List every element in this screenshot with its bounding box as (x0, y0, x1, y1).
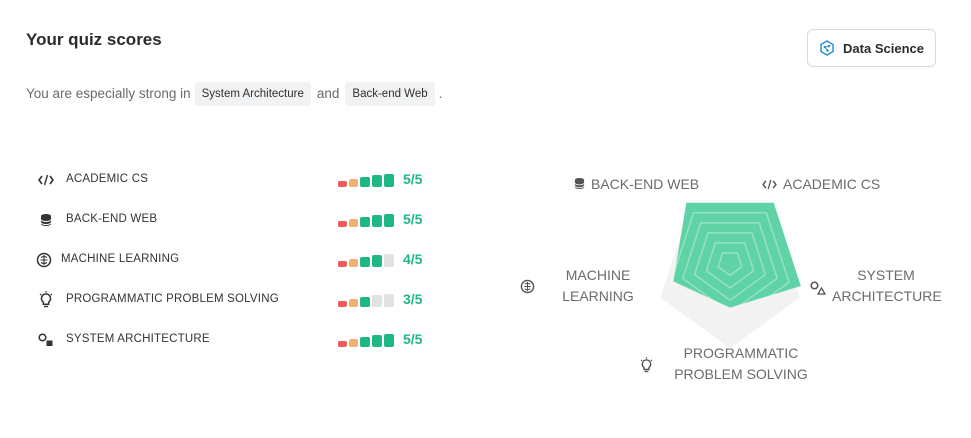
score-bars (338, 294, 394, 307)
score-value: 4/5 (403, 251, 423, 267)
radar-label-text: PROGRAMMATIC (683, 345, 799, 361)
score-bar-segment (384, 214, 394, 227)
score-radar-chart: BACK-END WEB ACADEMIC CS MACHINE LEARNIN… (510, 165, 950, 405)
score-bar-segment (338, 341, 347, 347)
score-bar-segment (360, 257, 370, 267)
score-bar-segment (384, 254, 394, 267)
radar-label-text: PROBLEM SOLVING (674, 366, 808, 382)
score-bar-segment (372, 295, 382, 307)
score-bar-segment (349, 299, 358, 307)
score-row-back-end-web: BACK-END WEB 5/5 (36, 209, 436, 231)
radar-label-text: LEARNING (562, 288, 634, 304)
code-icon (762, 175, 777, 196)
score-bar-segment (384, 174, 394, 187)
radar-label-academic-cs: ACADEMIC CS (762, 174, 880, 196)
score-label: PROGRAMMATIC PROBLEM SOLVING (66, 293, 279, 305)
database-icon (574, 175, 585, 196)
radar-label-text: ARCHITECTURE (832, 288, 942, 304)
radar-label-text: MACHINE (565, 267, 631, 283)
strength-summary: You are especially strong in System Arch… (26, 80, 442, 107)
score-bar-segment (360, 217, 370, 227)
summary-suffix: . (438, 86, 443, 101)
score-bar-segment (360, 297, 370, 307)
score-row-programmatic-problem-solving: PROGRAMMATIC PROBLEM SOLVING 3/5 (36, 289, 436, 311)
score-bars (338, 254, 394, 267)
score-label: SYSTEM ARCHITECTURE (66, 333, 210, 345)
score-bars (338, 174, 394, 187)
score-bar-segment (349, 179, 358, 187)
strength-chip-system-architecture: System Architecture (194, 81, 311, 106)
database-icon (36, 211, 56, 229)
radar-label-problem-solving: PROGRAMMATIC PROBLEM SOLVING (670, 343, 812, 385)
score-bar-segment (338, 181, 347, 187)
code-icon (36, 171, 56, 189)
radar-icon-problem-solving (640, 357, 659, 380)
radar-icon-machine-learning (520, 277, 541, 300)
lightbulb-icon (36, 291, 56, 309)
score-value: 3/5 (403, 291, 423, 307)
score-bar-segment (349, 259, 358, 267)
score-label: MACHINE LEARNING (61, 253, 180, 265)
radar-label-text: SYSTEM (857, 267, 915, 283)
score-value: 5/5 (403, 331, 423, 347)
score-row-system-architecture: SYSTEM ARCHITECTURE 5/5 (36, 329, 436, 351)
score-bar-segment (384, 294, 394, 307)
shapes-icon (36, 331, 56, 349)
score-value: 5/5 (403, 211, 423, 227)
score-bar-segment (338, 221, 347, 227)
score-bar-segment (372, 175, 382, 187)
score-bar-segment (372, 255, 382, 267)
score-bar-segment (360, 177, 370, 187)
score-bar-segment (349, 339, 358, 347)
shapes-icon (810, 280, 827, 301)
score-bar-segment (384, 334, 394, 347)
page-title: Your quiz scores (26, 30, 162, 49)
category-button-label: Data Science (843, 40, 924, 56)
score-row-academic-cs: ACADEMIC CS 5/5 (36, 169, 436, 191)
score-bar-segment (360, 337, 370, 347)
category-button[interactable]: Data Science (807, 29, 936, 67)
score-label: ACADEMIC CS (66, 173, 149, 185)
summary-prefix: You are especially strong in (26, 86, 191, 101)
brain-icon (520, 279, 535, 300)
lightbulb-icon (640, 357, 653, 380)
score-bar-segment (349, 219, 358, 227)
score-bar-segment (338, 261, 347, 267)
score-label: BACK-END WEB (66, 213, 158, 225)
radar-icon-system-architecture (810, 279, 832, 301)
hexagon-network-icon (819, 40, 835, 56)
radar-label-machine-learning: MACHINE LEARNING (558, 265, 638, 307)
score-bar-segment (338, 301, 347, 307)
radar-label-text: ACADEMIC CS (783, 176, 881, 192)
score-bars (338, 214, 394, 227)
score-bars (338, 334, 394, 347)
summary-conjunction: and (316, 86, 340, 101)
radar-label-text: BACK-END WEB (591, 176, 700, 192)
score-row-machine-learning: MACHINE LEARNING 4/5 (36, 249, 436, 271)
score-bar-segment (372, 335, 382, 347)
strength-chip-back-end-web: Back-end Web (345, 81, 435, 106)
score-bar-segment (372, 215, 382, 227)
score-value: 5/5 (403, 171, 423, 187)
radar-label-back-end-web: BACK-END WEB (574, 174, 699, 196)
brain-icon (34, 251, 54, 269)
radar-label-system-architecture: SYSTEM ARCHITECTURE (832, 265, 942, 307)
